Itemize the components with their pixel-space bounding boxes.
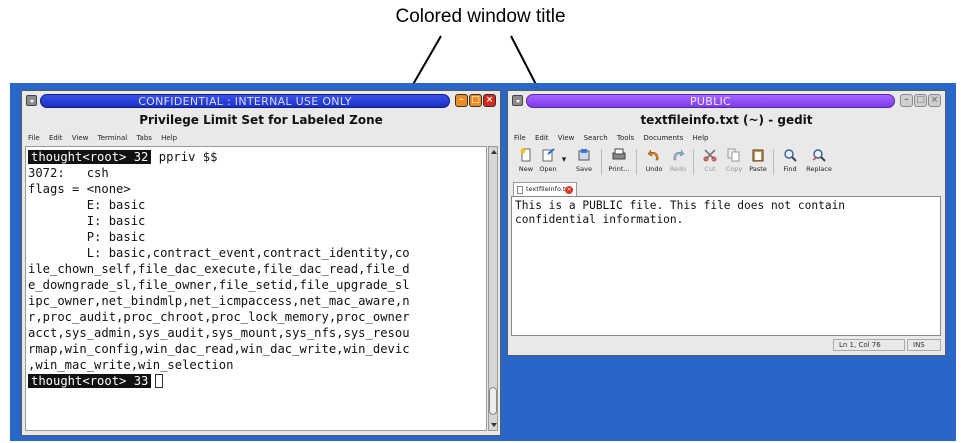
insert-mode: INS [907, 339, 941, 351]
undo-button[interactable]: Undo [641, 147, 667, 174]
confidential-label-title: CONFIDENTIAL : INTERNAL USE ONLY [40, 94, 450, 108]
terminal-output[interactable]: thought<root> 32 ppriv $$ 3072: csh flag… [25, 146, 487, 431]
maximize-button[interactable]: □ [914, 94, 927, 107]
toolbar-separator [693, 149, 694, 175]
menu-search[interactable]: Search [584, 134, 608, 142]
status-message [511, 339, 831, 351]
terminal-window-title: Privilege Limit Set for Labeled Zone [139, 113, 383, 127]
terminal-line: flags = <none> [28, 182, 131, 196]
menu-help[interactable]: Help [161, 134, 177, 142]
terminal-line: L: basic,contract_event,contract_identit… [28, 246, 410, 260]
terminal-window: CONFIDENTIAL : INTERNAL USE ONLY – □ × P… [21, 90, 501, 436]
open-button[interactable]: Open [535, 147, 561, 174]
menu-file[interactable]: File [28, 134, 40, 142]
menu-view[interactable]: View [558, 134, 575, 142]
close-button[interactable]: × [483, 94, 496, 107]
gedit-toolbar: New Open ▾ Save Print... Undo Redo Cut C… [511, 147, 942, 179]
copy-icon [727, 148, 740, 162]
close-button[interactable]: × [928, 94, 941, 107]
terminal-line: I: basic [28, 214, 146, 228]
find-button[interactable]: Find [777, 147, 803, 174]
toolbar-separator [773, 149, 774, 175]
shell-command: ppriv $$ [158, 150, 218, 164]
terminal-line: acct,sys_admin,sys_audit,sys_mount,sys_n… [28, 326, 410, 340]
gedit-window-title: textfileinfo.txt (~) - gedit [640, 113, 813, 127]
terminal-scrollbar[interactable] [488, 146, 498, 431]
printer-icon [612, 148, 626, 160]
minimize-button[interactable]: – [900, 94, 913, 107]
tab-textfileinfo[interactable]: textfileinfo.txt × [513, 182, 577, 196]
cut-button[interactable]: Cut [697, 147, 723, 174]
menu-tabs[interactable]: Tabs [136, 134, 152, 142]
shell-prompt: thought<root> 32 [28, 150, 152, 164]
menu-help[interactable]: Help [693, 134, 709, 142]
scroll-up-icon[interactable] [491, 150, 497, 154]
terminal-titlebar[interactable]: CONFIDENTIAL : INTERNAL USE ONLY – □ × [24, 93, 498, 109]
gedit-menubar: File Edit View Search Tools Documents He… [511, 131, 942, 145]
replace-button[interactable]: Replace [803, 147, 835, 174]
gedit-window: PUBLIC – □ × textfileinfo.txt (~) - gedi… [507, 90, 946, 356]
terminal-line: thought<root> 32 ppriv $$ [28, 149, 484, 165]
close-tab-icon[interactable]: × [565, 186, 573, 194]
copy-button[interactable]: Copy [721, 147, 747, 174]
document-line: confidential information. [515, 213, 684, 226]
public-label-title: PUBLIC [526, 94, 895, 108]
document-line: This is a PUBLIC file. This file does no… [515, 199, 846, 212]
clipboard-icon [752, 149, 764, 162]
terminal-line: rmap,win_config,win_dac_read,win_dac_wri… [28, 342, 410, 356]
window-menu-icon[interactable] [26, 95, 37, 106]
toolbar-separator [636, 149, 637, 175]
menu-documents[interactable]: Documents [643, 134, 683, 142]
text-cursor [155, 374, 164, 388]
document-icon [517, 186, 523, 194]
minimize-button[interactable]: – [455, 94, 468, 107]
terminal-line: E: basic [28, 198, 146, 212]
gedit-statusbar: Ln 1, Col 76 INS [511, 338, 942, 352]
terminal-line: ,win_mac_write,win_selection [28, 358, 234, 372]
terminal-line: e_downgrade_sl,file_owner,file_setid,fil… [28, 278, 410, 292]
redo-icon [673, 149, 685, 161]
open-document-icon [542, 148, 555, 162]
document-tabs: textfileinfo.txt × [511, 182, 942, 196]
paste-button[interactable]: Paste [745, 147, 771, 174]
terminal-line: ile_chown_self,file_dac_execute,file_dac… [28, 262, 410, 276]
gedit-titlebar[interactable]: PUBLIC – □ × [510, 93, 943, 109]
shell-prompt: thought<root> 33 [28, 374, 152, 388]
terminal-line: P: basic [28, 230, 146, 244]
terminal-menubar: File Edit View Terminal Tabs Help [25, 131, 497, 145]
figure-caption: Colored window title [395, 6, 566, 27]
menu-view[interactable]: View [72, 134, 89, 142]
cursor-position: Ln 1, Col 76 [833, 339, 905, 351]
scroll-down-icon[interactable] [491, 423, 497, 427]
chevron-down-icon: ▾ [561, 155, 567, 165]
scrollbar-thumb[interactable] [489, 387, 497, 415]
toolbar-separator [601, 149, 602, 175]
find-replace-icon [812, 149, 826, 162]
redo-button[interactable]: Redo [665, 147, 691, 174]
magnifier-icon [784, 149, 797, 162]
save-icon [578, 149, 590, 161]
window-menu-icon[interactable] [512, 95, 523, 106]
new-document-icon [520, 148, 531, 162]
terminal-line: 3072: csh [28, 166, 109, 180]
scissors-icon [703, 149, 717, 162]
terminal-line: ipc_owner,net_bindmlp,net_icmpaccess,net… [28, 294, 410, 308]
terminal-line: thought<root> 33 [28, 373, 484, 389]
terminal-line: r,proc_audit,proc_chroot,proc_lock_memor… [28, 310, 410, 324]
menu-edit[interactable]: Edit [49, 134, 63, 142]
undo-icon [647, 149, 659, 161]
save-button[interactable]: Save [571, 147, 597, 174]
menu-file[interactable]: File [514, 134, 526, 142]
menu-terminal[interactable]: Terminal [98, 134, 128, 142]
menu-edit[interactable]: Edit [535, 134, 549, 142]
print-button[interactable]: Print... [606, 147, 632, 174]
open-dropdown-button[interactable]: ▾ [559, 147, 569, 165]
maximize-button[interactable]: □ [469, 94, 482, 107]
menu-tools[interactable]: Tools [617, 134, 634, 142]
document-editor[interactable]: This is a PUBLIC file. This file does no… [511, 196, 941, 336]
